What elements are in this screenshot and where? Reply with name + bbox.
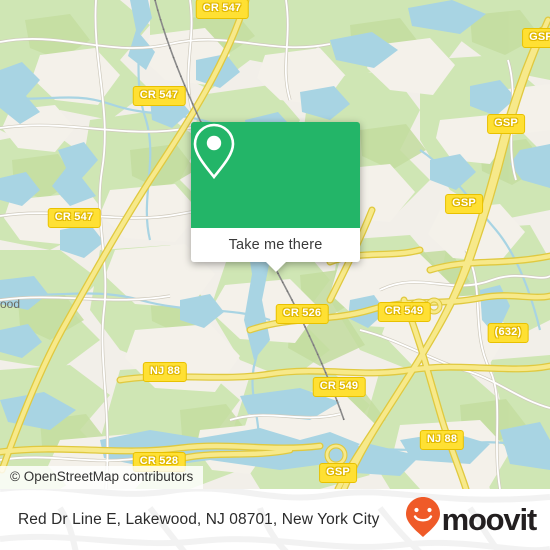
map-screenshot: CR 547 GSP CR 547 GSP CR 547 GSP CR 526 … [0, 0, 550, 550]
map-canvas[interactable]: CR 547 GSP CR 547 GSP CR 547 GSP CR 526 … [0, 0, 550, 489]
road-shield: CR 547 [132, 86, 186, 106]
road-shield: GSP [487, 114, 525, 134]
road-shield: CR 526 [275, 304, 329, 324]
road-shield: NJ 88 [419, 430, 465, 450]
road-shield: CR 549 [312, 377, 366, 397]
map-attribution[interactable]: © OpenStreetMap contributors [0, 466, 204, 489]
road-shield: CR 547 [195, 0, 249, 19]
moovit-wordmark: moovit [441, 502, 538, 537]
popup-header[interactable] [191, 122, 360, 228]
road-shield: CR 549 [377, 302, 431, 322]
take-me-there-button[interactable]: Take me there [191, 228, 360, 272]
road-shield: CR 547 [47, 208, 101, 228]
address-label: Red Dr Line E, Lakewood, NJ 08701, New Y… [18, 510, 380, 528]
popup-tail [265, 262, 286, 272]
road-shield: GSP [319, 463, 357, 483]
map-popup[interactable]: Take me there [191, 122, 360, 272]
road-shield: GSP [522, 28, 550, 48]
place-label-lakewood: ood [0, 297, 21, 311]
road-shield: NJ 88 [142, 362, 188, 382]
road-shield: GSP [445, 194, 483, 214]
footer-bar: Red Dr Line E, Lakewood, NJ 08701, New Y… [0, 489, 550, 550]
moovit-smiley-pin-icon [405, 497, 440, 542]
road-shield: (632) [487, 323, 529, 343]
moovit-logo[interactable]: moovit [405, 497, 538, 542]
take-me-there-label: Take me there [228, 237, 323, 253]
